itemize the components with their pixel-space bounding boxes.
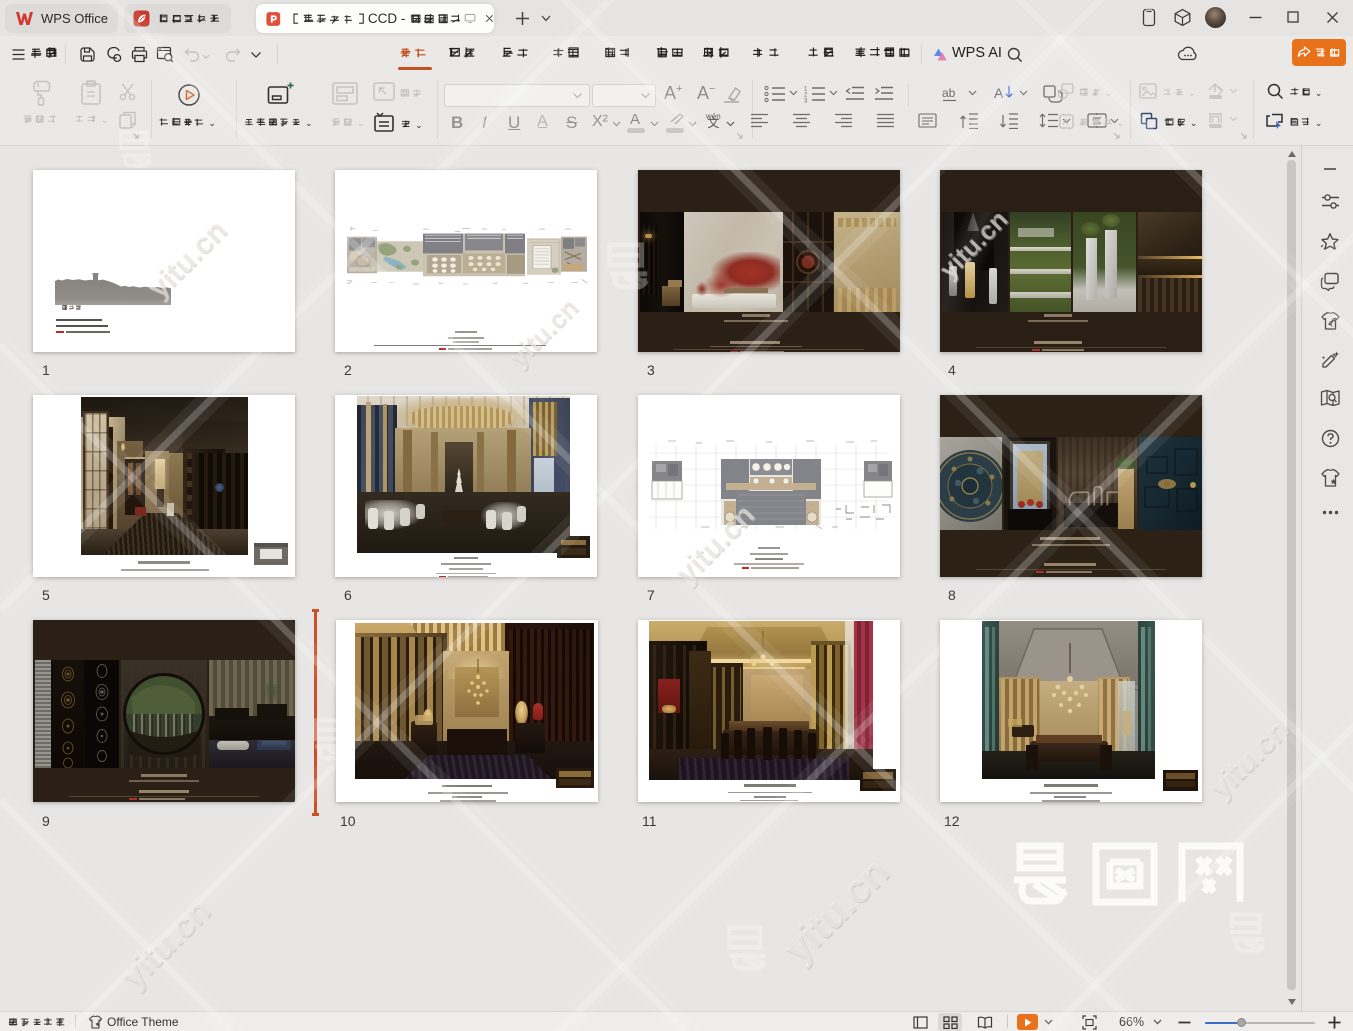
svg-text:A: A <box>994 85 1004 101</box>
svg-text:3: 3 <box>804 99 808 104</box>
svg-text:ab: ab <box>942 86 956 100</box>
svg-text:A: A <box>1063 117 1069 127</box>
